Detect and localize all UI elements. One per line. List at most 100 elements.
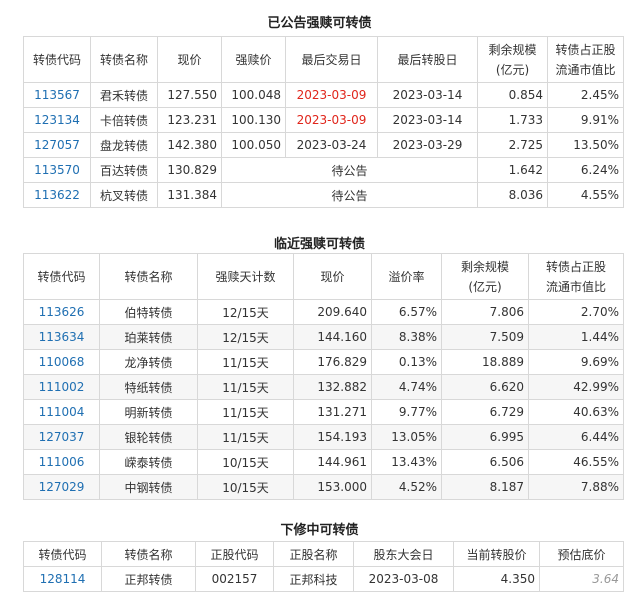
col-header[interactable]: 最后交易日 xyxy=(285,36,378,83)
col-header[interactable]: 剩余规模 (亿元) xyxy=(441,253,529,300)
bond-code-link[interactable]: 127057 xyxy=(23,132,91,158)
table-row: 111002 特纸转债 11/15天 132.882 4.74% 6.620 4… xyxy=(23,374,624,400)
bond-code-link[interactable]: 113567 xyxy=(23,82,91,108)
revision-title: 下修中可转债 xyxy=(280,523,359,538)
col-header[interactable]: 转债占正股 流通市值比 xyxy=(547,36,624,83)
table-row: 113567 君禾转债 127.550 100.048 2023-03-09 2… xyxy=(23,82,624,108)
price: 131.384 xyxy=(157,182,222,208)
table-row: 123134 卡倍转债 123.231 100.130 2023-03-09 2… xyxy=(23,107,624,133)
price: 131.271 xyxy=(293,399,372,425)
table-row: 127057 盘龙转债 142.380 100.050 2023-03-24 2… xyxy=(23,132,624,158)
col-header[interactable]: 溢价率 xyxy=(371,253,442,300)
price: 130.829 xyxy=(157,157,222,183)
table-row: 113634 珀莱转债 12/15天 144.160 8.38% 7.509 1… xyxy=(23,324,624,350)
bond-code-link[interactable]: 113570 xyxy=(23,157,91,183)
stock-code: 002157 xyxy=(195,566,274,592)
redeem-day-count: 11/15天 xyxy=(197,424,294,450)
col-header[interactable]: 转债代码 xyxy=(23,36,91,83)
col-header[interactable]: 转债名称 xyxy=(90,36,158,83)
bond-code-link[interactable]: 113634 xyxy=(23,324,100,350)
price: 144.160 xyxy=(293,324,372,350)
ratio: 40.63% xyxy=(528,399,624,425)
bond-code-link[interactable]: 123134 xyxy=(23,107,91,133)
bond-name: 正邦转债 xyxy=(101,566,196,592)
price: 127.550 xyxy=(157,82,222,108)
col-header[interactable]: 现价 xyxy=(157,36,222,83)
bond-name: 明新转债 xyxy=(99,399,198,425)
col-header[interactable]: 转债代码 xyxy=(23,541,102,567)
remaining: 1.642 xyxy=(477,157,548,183)
last-convert-date: 2023-03-14 xyxy=(377,107,478,133)
redeem-day-count: 12/15天 xyxy=(197,299,294,325)
ratio: 9.69% xyxy=(528,349,624,375)
col-header[interactable]: 正股代码 xyxy=(195,541,274,567)
redeem-day-count: 10/15天 xyxy=(197,449,294,475)
col-header[interactable]: 正股名称 xyxy=(273,541,354,567)
bond-name: 百达转债 xyxy=(90,157,158,183)
remaining: 7.509 xyxy=(441,324,529,350)
bond-code-link[interactable]: 110068 xyxy=(23,349,100,375)
bond-code-link[interactable]: 111002 xyxy=(23,374,100,400)
col-header[interactable]: 转债代码 xyxy=(23,253,100,300)
last-trade-date: 2023-03-24 xyxy=(285,132,378,158)
col-header[interactable]: 转债名称 xyxy=(99,253,198,300)
premium-rate: 4.74% xyxy=(371,374,442,400)
remaining: 18.889 xyxy=(441,349,529,375)
ratio: 46.55% xyxy=(528,449,624,475)
meeting-date: 2023-03-08 xyxy=(353,566,454,592)
redeem-day-count: 11/15天 xyxy=(197,374,294,400)
col-header[interactable]: 股东大会日 xyxy=(353,541,454,567)
col-header[interactable]: 强赎价 xyxy=(221,36,286,83)
remaining: 2.725 xyxy=(477,132,548,158)
table-row: 113570 百达转债 130.829 待公告 1.642 6.24% xyxy=(23,157,624,183)
bond-code-link[interactable]: 111006 xyxy=(23,449,100,475)
bond-code-link[interactable]: 128114 xyxy=(23,566,102,592)
announced-table: 转债代码 转债名称 现价 强赎价 最后交易日 最后转股日 剩余规模 (亿元) 转… xyxy=(23,36,624,208)
price: 144.961 xyxy=(293,449,372,475)
col-header[interactable]: 当前转股价 xyxy=(453,541,540,567)
remaining: 8.036 xyxy=(477,182,548,208)
bond-code-link[interactable]: 127029 xyxy=(23,474,100,500)
table-row: 110068 龙净转债 11/15天 176.829 0.13% 18.889 … xyxy=(23,349,624,375)
bond-code-link[interactable]: 113626 xyxy=(23,299,100,325)
bond-name: 特纸转债 xyxy=(99,374,198,400)
ratio: 6.44% xyxy=(528,424,624,450)
price: 154.193 xyxy=(293,424,372,450)
redeem-price: 100.130 xyxy=(221,107,286,133)
col-header[interactable]: 转债名称 xyxy=(101,541,196,567)
table-row: 111004 明新转债 11/15天 131.271 9.77% 6.729 4… xyxy=(23,399,624,425)
price: 142.380 xyxy=(157,132,222,158)
bond-code-link[interactable]: 127037 xyxy=(23,424,100,450)
premium-rate: 13.43% xyxy=(371,449,442,475)
bond-name: 中钢转债 xyxy=(99,474,198,500)
bond-name: 卡倍转债 xyxy=(90,107,158,133)
table-row: 113626 伯特转债 12/15天 209.640 6.57% 7.806 2… xyxy=(23,299,624,325)
last-convert-date: 2023-03-29 xyxy=(377,132,478,158)
col-header[interactable]: 预估底价 xyxy=(539,541,624,567)
pending-notice: 待公告 xyxy=(221,157,478,183)
bond-name: 嵘泰转债 xyxy=(99,449,198,475)
col-header[interactable]: 强赎天计数 xyxy=(197,253,294,300)
ratio: 2.45% xyxy=(547,82,624,108)
table-row: 128114 正邦转债 002157 正邦科技 2023-03-08 4.350… xyxy=(23,566,624,592)
col-header[interactable]: 转债占正股 流通市值比 xyxy=(528,253,624,300)
bond-code-link[interactable]: 113622 xyxy=(23,182,91,208)
remaining: 6.729 xyxy=(441,399,529,425)
col-header[interactable]: 现价 xyxy=(293,253,372,300)
remaining: 7.806 xyxy=(441,299,529,325)
last-convert-date: 2023-03-14 xyxy=(377,82,478,108)
redeem-day-count: 11/15天 xyxy=(197,349,294,375)
remaining: 1.733 xyxy=(477,107,548,133)
revision-table: 转债代码 转债名称 正股代码 正股名称 股东大会日 当前转股价 预估底价 128… xyxy=(23,541,624,592)
bond-name: 盘龙转债 xyxy=(90,132,158,158)
premium-rate: 13.05% xyxy=(371,424,442,450)
bond-code-link[interactable]: 111004 xyxy=(23,399,100,425)
bond-name: 银轮转债 xyxy=(99,424,198,450)
col-header[interactable]: 剩余规模 (亿元) xyxy=(477,36,548,83)
remaining: 6.995 xyxy=(441,424,529,450)
table-row: 113622 杭叉转债 131.384 待公告 8.036 4.55% xyxy=(23,182,624,208)
remaining: 0.854 xyxy=(477,82,548,108)
redeem-day-count: 12/15天 xyxy=(197,324,294,350)
col-header[interactable]: 最后转股日 xyxy=(377,36,478,83)
ratio: 13.50% xyxy=(547,132,624,158)
